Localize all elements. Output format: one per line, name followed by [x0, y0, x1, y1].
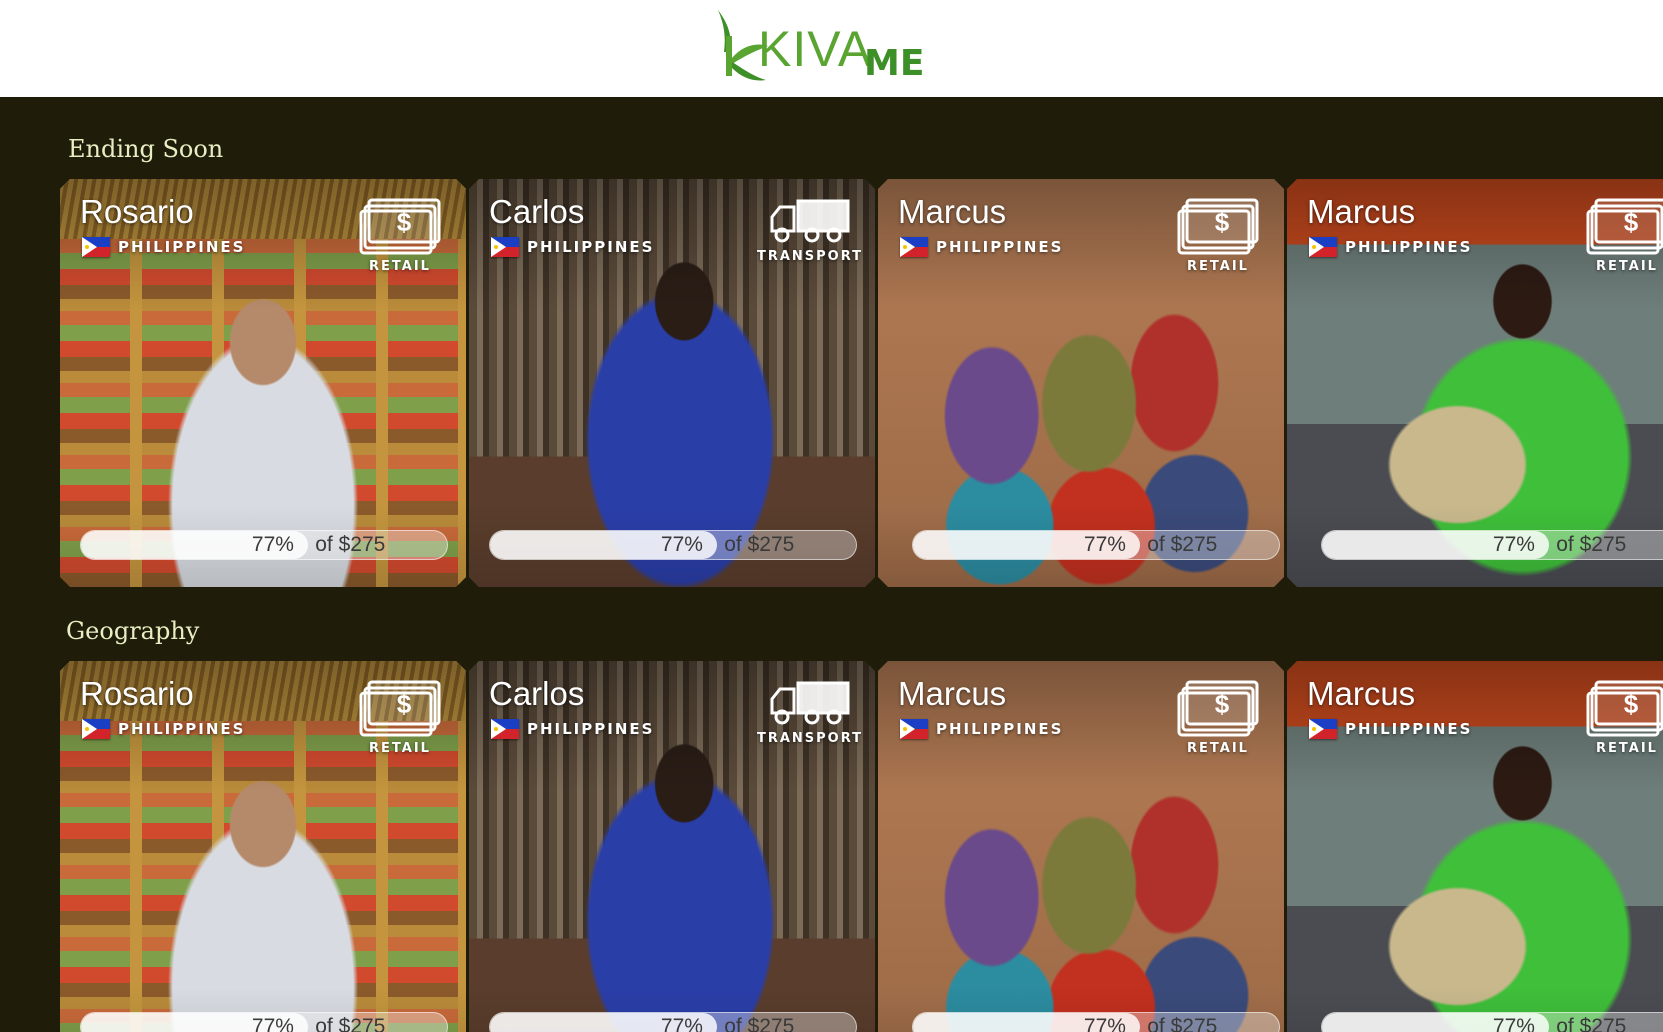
funded-percent: 77%: [660, 1015, 703, 1032]
sector-label: RETAIL: [369, 741, 431, 756]
philippines-flag-icon: [491, 237, 519, 257]
loan-row-geography[interactable]: Rosario PHILIPPINES $ RETAIL 77% of $275…: [60, 661, 1663, 1032]
money-icon: $: [1173, 679, 1263, 737]
philippines-flag-icon: [1309, 719, 1337, 739]
loan-goal: of $275: [724, 533, 795, 556]
borrower-name: Marcus: [898, 193, 1007, 230]
philippines-flag-icon: [1309, 237, 1337, 257]
loan-row-ending-soon[interactable]: Rosario PHILIPPINES $ RETAIL 77% of $275…: [60, 179, 1663, 587]
funded-percent: 77%: [251, 533, 294, 556]
svg-text:$: $: [1215, 689, 1230, 719]
funding-progress-bar: 77% of $275: [489, 530, 857, 560]
borrower-name: Carlos: [489, 675, 585, 712]
philippines-flag-icon: [491, 719, 519, 739]
kivame-logo[interactable]: KIVA ME: [712, 6, 932, 86]
loan-card[interactable]: Carlos PHILIPPINES TRANSPORT 77% of $275: [469, 661, 875, 1032]
philippines-flag-icon: [900, 237, 928, 257]
money-icon: $: [1582, 197, 1663, 255]
borrower-country: PHILIPPINES: [82, 716, 245, 742]
sector-label: TRANSPORT: [756, 249, 864, 264]
loan-card[interactable]: Rosario PHILIPPINES $ RETAIL 77% of $275: [60, 179, 466, 587]
loan-goal: of $275: [315, 533, 386, 556]
philippines-flag-icon: [82, 719, 110, 739]
sector-badge: $ RETAIL: [350, 197, 450, 277]
funding-progress-bar: 77% of $275: [80, 1012, 448, 1032]
loan-card[interactable]: Marcus PHILIPPINES $ RETAIL 77% of $275: [878, 661, 1284, 1032]
section-title-geography: Geography: [66, 617, 200, 645]
logo-text-kiva: KIVA: [758, 21, 873, 77]
borrower-country: PHILIPPINES: [82, 234, 245, 260]
funded-percent: 77%: [1492, 1015, 1535, 1032]
loan-goal: of $275: [1556, 533, 1627, 556]
sector-badge: $ RETAIL: [1577, 679, 1663, 759]
loan-goal: of $275: [315, 1015, 386, 1032]
funded-percent: 77%: [1492, 533, 1535, 556]
funding-progress-bar: 77% of $275: [489, 1012, 857, 1032]
borrower-country: PHILIPPINES: [1309, 716, 1472, 742]
funding-progress-bar: 77% of $275: [912, 530, 1280, 560]
borrower-country: PHILIPPINES: [491, 716, 654, 742]
philippines-flag-icon: [82, 237, 110, 257]
borrower-name: Marcus: [1307, 675, 1416, 712]
svg-text:$: $: [397, 689, 412, 719]
sector-badge: $ RETAIL: [1168, 197, 1268, 277]
borrower-name: Carlos: [489, 193, 585, 230]
sector-label: RETAIL: [1596, 741, 1658, 756]
sector-label: TRANSPORT: [756, 731, 864, 746]
svg-text:$: $: [1624, 207, 1639, 237]
borrower-country: PHILIPPINES: [900, 234, 1063, 260]
sector-badge: TRANSPORT: [751, 679, 869, 759]
money-icon: $: [359, 197, 441, 255]
money-icon: $: [1582, 679, 1663, 737]
svg-text:$: $: [1624, 689, 1639, 719]
truck-icon: [768, 679, 852, 727]
sector-badge: TRANSPORT: [751, 197, 869, 277]
sector-label: RETAIL: [1187, 741, 1249, 756]
sector-badge: $ RETAIL: [350, 679, 450, 759]
funding-progress-bar: 77% of $275: [912, 1012, 1280, 1032]
money-icon: $: [1173, 197, 1263, 255]
loan-card[interactable]: Marcus PHILIPPINES $ RETAIL 77% of $275: [878, 179, 1284, 587]
borrower-name: Marcus: [898, 675, 1007, 712]
loan-goal: of $275: [1556, 1015, 1627, 1032]
sector-label: RETAIL: [369, 259, 431, 274]
logo-text-me: ME: [864, 43, 925, 84]
loan-goal: of $275: [1147, 533, 1218, 556]
loan-card[interactable]: Carlos PHILIPPINES TRANSPORT 77% of $275: [469, 179, 875, 587]
funded-percent: 77%: [1083, 1015, 1126, 1032]
borrower-name: Rosario: [80, 193, 194, 230]
funded-percent: 77%: [251, 1015, 294, 1032]
philippines-flag-icon: [900, 719, 928, 739]
funding-progress-bar: 77% of $275: [80, 530, 448, 560]
svg-text:$: $: [397, 207, 412, 237]
svg-text:$: $: [1215, 207, 1230, 237]
money-icon: $: [359, 679, 441, 737]
borrower-name: Rosario: [80, 675, 194, 712]
sector-label: RETAIL: [1187, 259, 1249, 274]
sector-label: RETAIL: [1596, 259, 1658, 274]
borrower-country: PHILIPPINES: [1309, 234, 1472, 260]
funded-percent: 77%: [1083, 533, 1126, 556]
funding-progress-bar: 77% of $275: [1321, 530, 1663, 560]
loan-card[interactable]: Marcus PHILIPPINES $ RETAIL 77% of $275: [1287, 179, 1663, 587]
section-title-ending-soon: Ending Soon: [68, 135, 224, 163]
truck-icon: [768, 197, 852, 245]
funded-percent: 77%: [660, 533, 703, 556]
borrower-name: Marcus: [1307, 193, 1416, 230]
loan-goal: of $275: [724, 1015, 795, 1032]
sector-badge: $ RETAIL: [1577, 197, 1663, 277]
funding-progress-bar: 77% of $275: [1321, 1012, 1663, 1032]
app-header: KIVA ME: [0, 0, 1663, 97]
loan-goal: of $275: [1147, 1015, 1218, 1032]
borrower-country: PHILIPPINES: [900, 716, 1063, 742]
loan-card[interactable]: Rosario PHILIPPINES $ RETAIL 77% of $275: [60, 661, 466, 1032]
sector-badge: $ RETAIL: [1168, 679, 1268, 759]
loan-card[interactable]: Marcus PHILIPPINES $ RETAIL 77% of $275: [1287, 661, 1663, 1032]
borrower-country: PHILIPPINES: [491, 234, 654, 260]
